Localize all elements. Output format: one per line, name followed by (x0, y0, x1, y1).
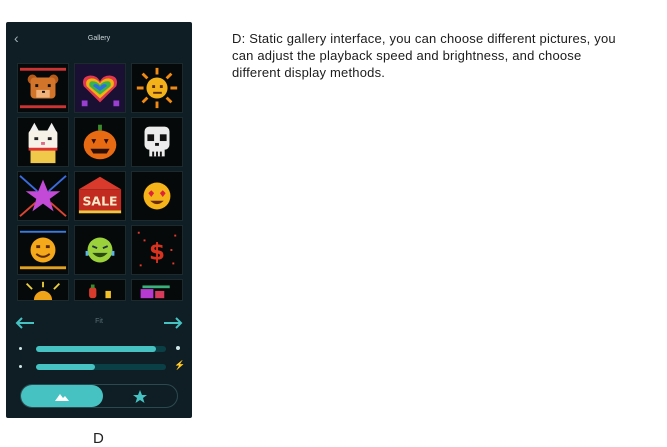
star-icon (133, 390, 147, 403)
brightness-slider-fill (36, 364, 95, 370)
figure-caption-letter: D (93, 430, 104, 447)
sun-icon (136, 67, 178, 109)
gallery-item-star[interactable] (17, 171, 69, 221)
description-text: D: Static gallery interface, you can cho… (232, 31, 616, 80)
dollar-sign-icon: $ (137, 231, 177, 267)
smile-emoji-icon (19, 230, 67, 270)
svg-text:$: $ (149, 240, 165, 266)
lightning-icon: ⚡ (174, 360, 186, 370)
phone-screen: ‹ Gallery SALE $ Fit ⚡ (6, 22, 192, 418)
gallery-item-heart-eyes-emoji[interactable] (131, 171, 183, 221)
speed-slider-fill (36, 346, 156, 352)
gallery-item-dollar-sign[interactable]: $ (131, 225, 183, 275)
arrow-right-icon[interactable] (162, 316, 184, 330)
gallery-item-sale-sign[interactable]: SALE (74, 171, 126, 221)
gallery-item-sun[interactable] (131, 63, 183, 113)
pumpkin-icon (83, 124, 117, 160)
teddy-bear-icon (19, 67, 67, 109)
gallery-item-rainbow-heart[interactable] (74, 63, 126, 113)
gallery-item-lucky-cat[interactable] (17, 117, 69, 167)
partial-fruit-icon (89, 284, 111, 299)
brightness-low-icon (19, 365, 22, 368)
speed-slider (16, 342, 182, 354)
partial-sun-icon (25, 281, 61, 300)
partial-scene-icon (140, 285, 170, 299)
laughing-emoji-icon (85, 237, 115, 263)
page-title: Gallery (87, 35, 111, 42)
skull-icon (144, 126, 170, 157)
gallery-item-partial-sun[interactable] (17, 279, 69, 301)
speed-slider-track[interactable] (36, 346, 166, 352)
static-mode-button[interactable] (21, 385, 103, 407)
mountain-image-icon (55, 394, 69, 401)
star-icon (19, 175, 67, 217)
top-bar: ‹ Gallery (6, 22, 192, 56)
heart-eyes-emoji-icon (143, 182, 171, 210)
gallery-item-teddy-bear[interactable] (17, 63, 69, 113)
gallery-item-partial-scene[interactable] (131, 279, 183, 301)
animated-mode-button[interactable] (103, 385, 177, 407)
gallery-item-partial-fruit[interactable] (74, 279, 126, 301)
display-method-switch (20, 384, 178, 408)
gallery-item-skull[interactable] (131, 117, 183, 167)
gallery-item-smile-emoji[interactable] (17, 225, 69, 275)
speed-low-icon (19, 347, 22, 350)
gallery-item-pumpkin[interactable] (74, 117, 126, 167)
sale-sign-icon: SALE (78, 176, 122, 214)
brightness-slider: ⚡ (16, 360, 186, 372)
navigation-row: Fit (6, 314, 192, 334)
gallery-item-laughing-emoji[interactable] (74, 225, 126, 275)
speed-high-icon (176, 346, 180, 350)
svg-text:SALE: SALE (82, 194, 117, 209)
rainbow-heart-icon (75, 64, 125, 112)
lucky-cat-icon (28, 122, 58, 164)
brightness-slider-track[interactable] (36, 364, 166, 370)
